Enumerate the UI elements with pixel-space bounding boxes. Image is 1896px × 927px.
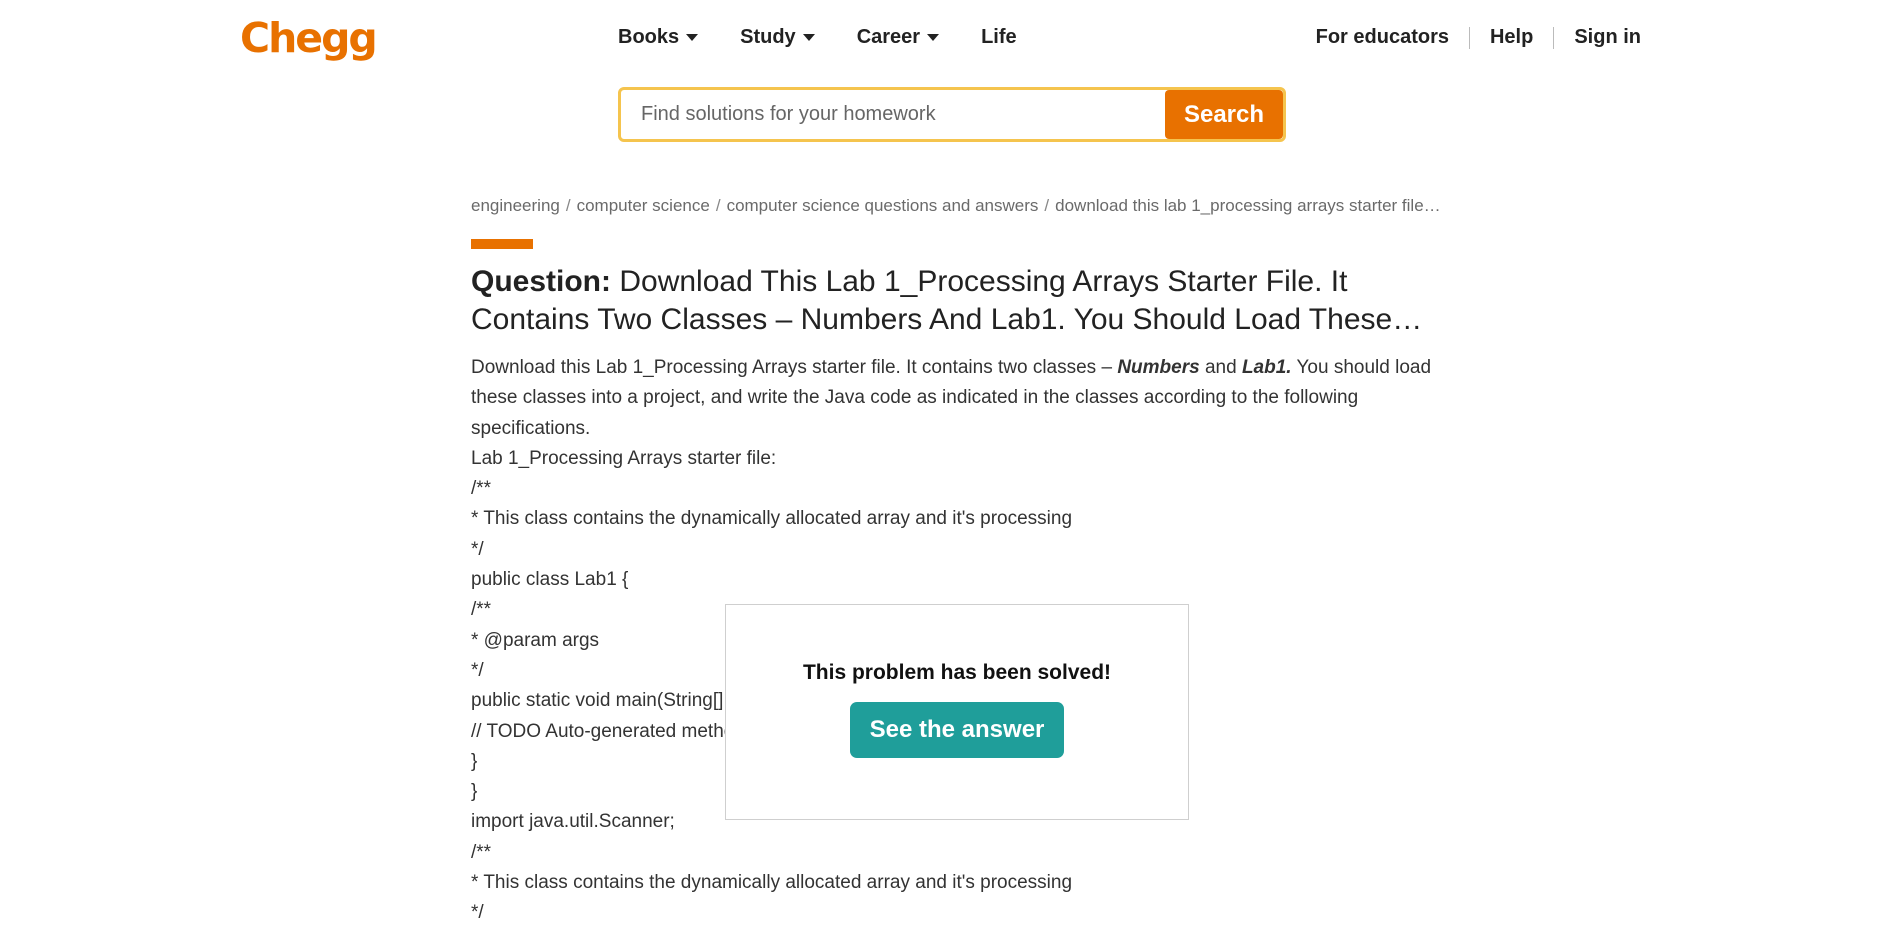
question-intro: Download this Lab 1_Processing Arrays st… (471, 353, 1441, 444)
code-line: public class Lab1 { (471, 569, 629, 591)
nav-study-label: Study (740, 26, 796, 48)
solved-message: This problem has been solved! (802, 661, 1112, 684)
solved-overlay-card: This problem has been solved! See the an… (725, 604, 1189, 820)
search-bar: Search (618, 87, 1286, 142)
breadcrumb-separator: / (565, 196, 571, 215)
header-right-links: For educators Help Sign in (1316, 26, 1641, 49)
breadcrumb-item[interactable]: computer science (577, 196, 710, 215)
caret-down-icon (802, 34, 815, 41)
breadcrumb-current: download this lab 1_processing arrays st… (1055, 196, 1441, 215)
code-line: */ (471, 538, 484, 560)
nav-books[interactable]: Books (618, 26, 699, 49)
question-title-text: Download This Lab 1_Processing Arrays St… (471, 265, 1393, 336)
breadcrumb-item[interactable]: engineering (471, 196, 560, 215)
caret-down-icon (927, 34, 940, 41)
code-line: * This class contains the dynamically al… (471, 872, 1073, 894)
nav-books-label: Books (618, 26, 680, 48)
page: Chegg Books Study Career Life For educat… (0, 0, 1896, 927)
search-input[interactable] (621, 89, 1165, 140)
code-line: Lab 1_Processing Arrays starter file: (471, 447, 777, 469)
breadcrumb-separator: / (715, 196, 721, 215)
nav-study[interactable]: Study (740, 26, 815, 49)
divider (1553, 26, 1555, 49)
main-nav: Books Study Career Life (618, 26, 1059, 49)
see-answer-button[interactable]: See the answer (849, 702, 1065, 758)
for-educators-link[interactable]: For educators (1316, 26, 1449, 49)
search-button[interactable]: Search (1165, 90, 1283, 139)
nav-life-label: Life (981, 26, 1017, 48)
breadcrumb-separator: / (1044, 196, 1050, 215)
intro-text: Download this Lab 1_Processing Arrays st… (471, 357, 1118, 378)
intro-emphasis: Lab1. (1241, 357, 1292, 378)
breadcrumb-item[interactable]: computer science questions and answers (727, 196, 1039, 215)
code-line: /** (471, 478, 492, 500)
intro-text: and (1199, 357, 1242, 378)
intro-emphasis: Numbers (1117, 357, 1200, 378)
question-title: Question: Download This Lab 1_Processing… (471, 263, 1441, 339)
divider (1468, 26, 1470, 49)
code-line: */ (471, 902, 484, 924)
code-line: * This class contains the dynamically al… (471, 508, 1073, 530)
help-link[interactable]: Help (1490, 26, 1533, 49)
sign-in-link[interactable]: Sign in (1574, 26, 1641, 49)
question-label: Question: (471, 265, 611, 298)
caret-down-icon (686, 34, 699, 41)
chegg-logo[interactable]: Chegg (240, 14, 378, 62)
code-line: /** (471, 841, 492, 863)
nav-career[interactable]: Career (856, 26, 940, 49)
nav-life[interactable]: Life (981, 26, 1017, 49)
nav-career-label: Career (856, 26, 921, 48)
breadcrumb: engineering / computer science / computer sc… (471, 196, 1441, 216)
title-accent-bar (471, 239, 533, 249)
